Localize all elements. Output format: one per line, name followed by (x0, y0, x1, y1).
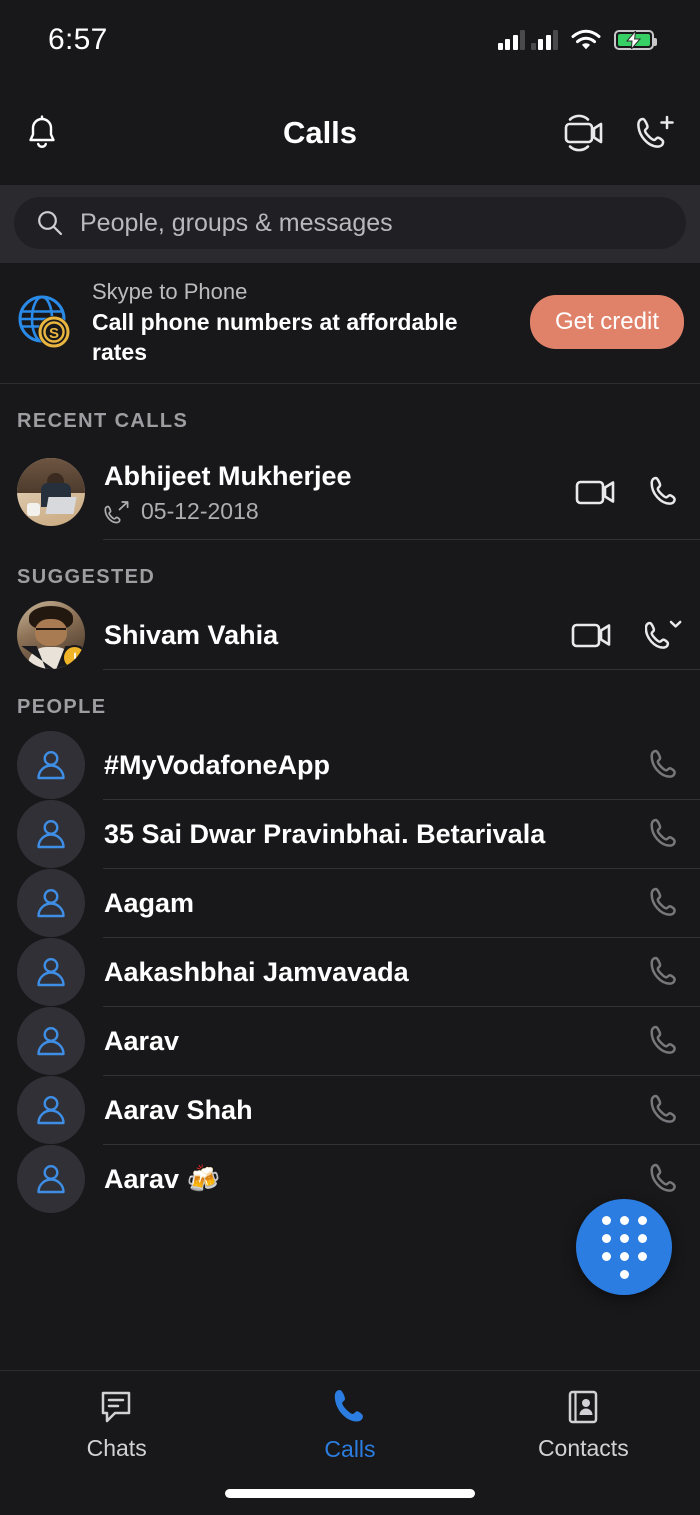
status-bar-clock: 6:57 (48, 23, 108, 56)
audio-call-icon[interactable] (649, 1092, 683, 1128)
banner-subtitle: Call phone numbers at affordable rates (92, 309, 458, 365)
chat-bubble-icon (101, 1391, 130, 1423)
get-credit-button[interactable]: Get credit (529, 295, 684, 349)
people-list: #MyVodafoneApp 35 Sai Dwar Pravinbhai. B… (0, 731, 700, 1213)
search-bar-container: People, groups & messages (0, 185, 700, 263)
contact-name: Abhijeet Mukherjee (104, 461, 352, 491)
list-item[interactable]: Aakashbhai Jamvavada (0, 938, 700, 1006)
audio-call-icon[interactable] (649, 747, 683, 783)
contact-name: Aarav Shah (104, 1095, 253, 1125)
tab-chats[interactable]: Chats (0, 1371, 233, 1479)
phone-icon (334, 1390, 363, 1422)
tab-contacts[interactable]: Contacts (467, 1371, 700, 1479)
person-placeholder-icon (17, 938, 85, 1006)
person-placeholder-icon (17, 869, 85, 937)
section-header-suggested: SUGGESTED (17, 566, 156, 588)
new-call-phone-plus-icon[interactable] (634, 113, 676, 153)
recent-call-row[interactable]: Abhijeet Mukherjee 05-12-2018 (0, 445, 700, 539)
page-title: Calls (282, 114, 358, 150)
video-call-icon[interactable] (571, 619, 615, 651)
clock-away-icon (62, 645, 85, 669)
list-item[interactable]: Aagam (0, 869, 700, 937)
wifi-icon (571, 29, 601, 50)
dialpad-icon (601, 1215, 647, 1279)
cellular-signal-icon (497, 30, 558, 50)
status-bar: 6:57 (0, 0, 700, 80)
battery-charging-icon (614, 30, 657, 50)
contact-name: Aagam (104, 888, 195, 918)
app-header: Calls (0, 80, 700, 185)
list-item[interactable]: Aarav 🍻 (0, 1145, 700, 1213)
search-icon (38, 211, 63, 236)
audio-call-icon[interactable] (649, 474, 683, 510)
person-placeholder-icon (17, 1076, 85, 1144)
suggested-row[interactable]: Shivam Vahia (0, 601, 700, 669)
contact-name: Aakashbhai Jamvavada (104, 957, 409, 987)
avatar (17, 601, 85, 669)
list-item[interactable]: #MyVodafoneApp (0, 731, 700, 799)
audio-call-icon[interactable] (649, 954, 683, 990)
contact-name: Aarav (104, 1026, 180, 1056)
video-call-icon[interactable] (575, 476, 619, 508)
tab-label: Contacts (537, 1435, 629, 1461)
audio-call-icon[interactable] (649, 885, 683, 921)
search-placeholder: People, groups & messages (80, 208, 393, 237)
person-placeholder-icon (17, 731, 85, 799)
globe-coin-icon: S (16, 293, 74, 351)
list-item[interactable]: Aarav Shah (0, 1076, 700, 1144)
list-item[interactable]: 35 Sai Dwar Pravinbhai. Betarivala (0, 800, 700, 868)
tab-label: Chats (86, 1435, 147, 1461)
notification-bell-icon[interactable] (24, 114, 60, 152)
avatar (17, 458, 85, 526)
audio-call-icon[interactable] (649, 816, 683, 852)
person-placeholder-icon (17, 800, 85, 868)
person-placeholder-icon (17, 1007, 85, 1075)
tab-label: Calls (324, 1436, 376, 1462)
bottom-navigation: Chats Calls Contacts (0, 1370, 700, 1515)
section-header-people: PEOPLE (17, 696, 107, 718)
home-indicator (225, 1489, 475, 1498)
audio-call-icon[interactable] (649, 1023, 683, 1059)
svg-text:S: S (49, 325, 59, 342)
address-book-icon (569, 1390, 598, 1424)
banner-title: Skype to Phone (92, 279, 248, 304)
skype-to-phone-banner[interactable]: S Skype to Phone Call phone numbers at a… (0, 263, 700, 384)
dialpad-fab-button[interactable] (576, 1199, 672, 1295)
search-input[interactable]: People, groups & messages (14, 197, 686, 249)
contact-name: Aarav 🍻 (104, 1164, 221, 1194)
list-item[interactable]: Aarav (0, 1007, 700, 1075)
outgoing-call-icon (104, 500, 129, 523)
tab-calls[interactable]: Calls (233, 1371, 466, 1479)
contact-name: #MyVodafoneApp (104, 750, 331, 780)
section-header-recent-calls: RECENT CALLS (17, 410, 189, 432)
contact-name: 35 Sai Dwar Pravinbhai. Betarivala (104, 819, 546, 849)
new-meeting-video-icon[interactable] (560, 113, 606, 153)
skype-calls-screen: 6:57 Calls People, groups & messages S S… (0, 0, 700, 1515)
contact-name: Shivam Vahia (104, 620, 279, 650)
audio-call-dropdown-icon[interactable] (645, 616, 683, 654)
person-placeholder-icon (17, 1145, 85, 1213)
call-date: 05-12-2018 (141, 498, 259, 524)
audio-call-icon[interactable] (649, 1161, 683, 1197)
status-bar-indicators (497, 29, 657, 51)
